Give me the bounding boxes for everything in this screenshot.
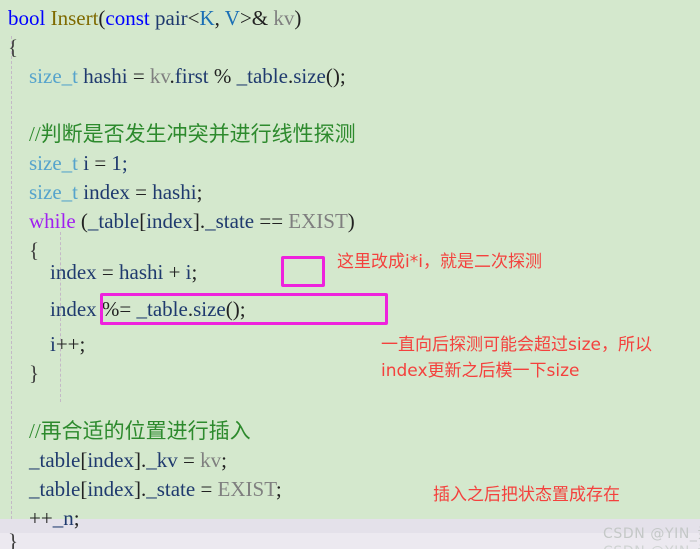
code-token: _kv [146,448,178,472]
code-token: _state [205,209,255,233]
code-token: ++; [55,332,86,356]
code-token: (); [325,64,346,88]
code-token: kv [200,448,222,472]
line-index-mod[interactable]: index %= _table.size(); [0,295,700,324]
line-index-decl[interactable]: size_t index = hashi; [0,178,700,207]
code-token: = [89,151,112,175]
code-token: ) [347,209,355,233]
code-token: , [214,6,225,30]
code-token: } [8,529,19,549]
code-token: EXIST [288,209,348,233]
code-token: V [224,6,240,30]
code-token: _state [146,477,196,501]
code-token: _table [29,448,81,472]
line-comment-collision[interactable]: //判断是否发生冲突并进行线性探测 [0,120,700,149]
code-token: = [177,448,201,472]
code-token: ; [196,180,203,204]
annotation-wrap-size-line2: index更新之后模一下size [381,361,580,381]
code-token: + [163,260,186,284]
code-token: index [87,477,134,501]
code-token: //再合适的位置进行插入 [29,419,251,443]
code-token: pair [149,6,188,30]
code-screenshot: bool Insert(const pair<K, V>& kv){ size_… [0,0,700,549]
code-token: ) [294,6,302,30]
line-open-brace[interactable]: { [0,33,700,62]
code-token: size_t [29,151,78,175]
code-token: ( [75,209,88,233]
line-i-decl[interactable]: size_t i = 1; [0,149,700,178]
code-token: ]. [192,209,206,233]
code-token: = [195,477,218,501]
annotation-wrap-size: 一直向后探测可能会超过size，所以 index更新之后模一下size [381,332,652,384]
code-token: index [50,297,97,321]
line-signature[interactable]: bool Insert(const pair<K, V>& kv) [0,4,700,33]
annotation-set-state-exist: 插入之后把状态置成存在 [433,485,620,505]
code-token: = [127,64,150,88]
code-token: size [193,297,226,321]
code-token: const [105,6,150,30]
code-token: K [199,6,215,30]
code-token: size [293,64,326,88]
code-token: //判断是否发生冲突并进行线性探测 [29,122,356,146]
line-hashi[interactable]: size_t hashi = kv.first % _table.size(); [0,62,700,91]
code-token: EXIST [217,477,276,501]
code-token: kv [273,6,295,30]
code-token: _table [87,209,140,233]
code-token: size_t [29,64,78,88]
line-set-kv[interactable]: _table[index]._kv = kv; [0,446,700,475]
code-token: ; [275,477,282,501]
code-token: index [83,180,130,204]
code-token: Insert [50,6,99,30]
code-token: % [208,64,237,88]
code-token: ]. [133,448,147,472]
code-token: == [254,209,289,233]
code-token: first [174,64,209,88]
annotation-quadratic-probing: 这里改成i*i，就是二次探测 [337,252,542,272]
code-token: } [29,361,40,385]
line-while[interactable]: while (_table[index]._state == EXIST) [0,207,700,236]
code-token: %= [96,297,137,321]
code-token: (); [225,297,246,321]
code-token: kv [149,64,170,88]
code-token: 1; [111,151,128,175]
code-token: { [8,35,19,59]
annotation-wrap-size-line1: 一直向后探测可能会超过size，所以 [381,335,652,355]
code-token: index [146,209,193,233]
code-token: _table [236,64,288,88]
code-token: = [129,180,153,204]
code-token: _table [136,297,188,321]
line-close-brace[interactable]: } [0,527,700,549]
line-comment-insert[interactable]: //再合适的位置进行插入 [0,417,700,446]
code-token: while [29,209,76,233]
code-token: ; [191,260,198,284]
watermark-secondary: CSDN @YIN_尹 [603,541,700,549]
watermark-primary: CSDN @YIN_尹 [603,526,700,542]
code-token: ; [221,448,227,472]
code-token: _table [29,477,81,501]
code-token: index [50,260,97,284]
code-token: >& [239,6,274,30]
code-token: < [187,6,200,30]
code-token: hashi [83,64,128,88]
code-token: hashi [119,260,164,284]
code-token: index [87,448,134,472]
code-token: size_t [29,180,78,204]
code-token: hashi [152,180,197,204]
code-token: bool [8,6,51,30]
code-token: = [96,260,119,284]
code-token: ]. [133,477,147,501]
